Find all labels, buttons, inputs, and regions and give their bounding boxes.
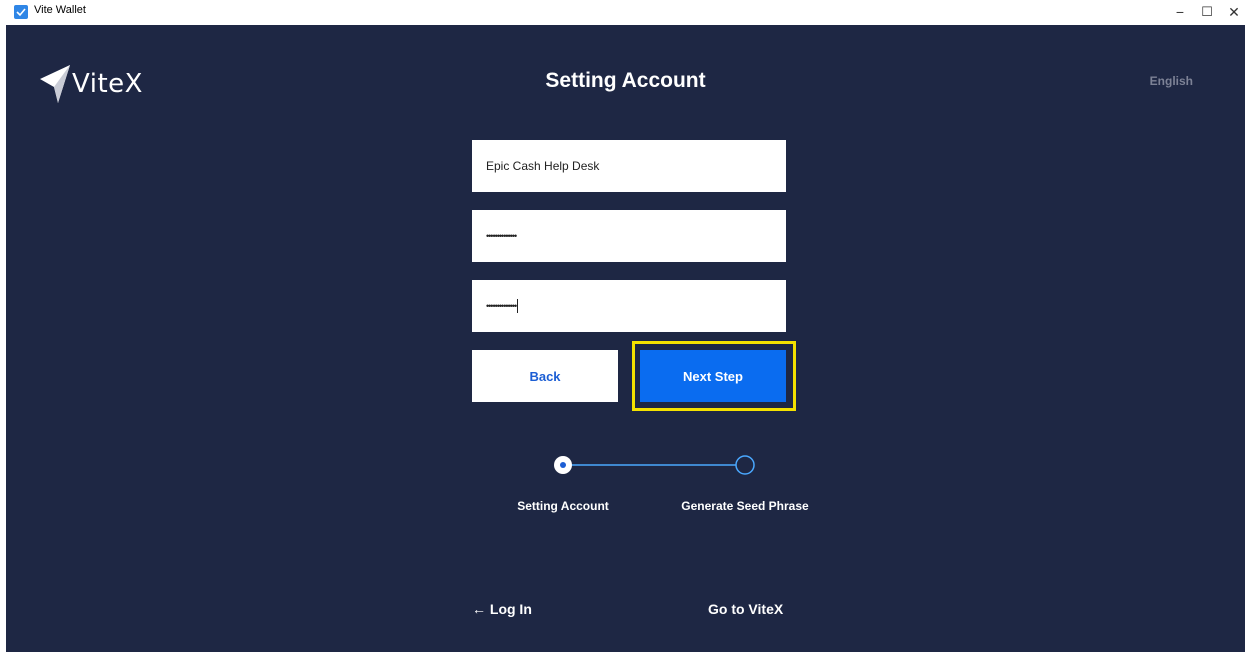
minimize-icon[interactable]: − <box>1165 0 1195 24</box>
login-link[interactable]: ← Log In <box>472 601 532 617</box>
account-name-input[interactable]: Epic Cash Help Desk <box>472 140 786 192</box>
window-title: Vite Wallet <box>34 4 86 16</box>
step-1-label: Setting Account <box>517 499 609 513</box>
go-to-vitex-link[interactable]: Go to ViteX <box>708 601 783 617</box>
progress-stepper <box>554 455 755 475</box>
maximize-icon[interactable]: ☐ <box>1192 0 1222 24</box>
close-icon[interactable]: ✕ <box>1219 0 1249 24</box>
password-value: •••••••••••••• <box>486 231 517 241</box>
confirm-password-input[interactable]: •••••••••••••• <box>472 280 786 332</box>
password-input[interactable]: •••••••••••••• <box>472 210 786 262</box>
account-name-value: Epic Cash Help Desk <box>486 159 600 173</box>
back-button[interactable]: Back <box>472 350 618 402</box>
next-step-button[interactable]: Next Step <box>640 350 786 402</box>
language-selector[interactable]: English <box>1150 74 1193 88</box>
step-1-indicator <box>554 456 572 474</box>
vite-app-icon <box>14 5 28 19</box>
text-cursor <box>517 299 519 313</box>
window-titlebar: Vite Wallet − ☐ ✕ <box>0 0 1251 24</box>
step-2-indicator <box>735 455 755 475</box>
app-window: ViteX Setting Account English Epic Cash … <box>6 25 1245 652</box>
step-2-label: Generate Seed Phrase <box>681 499 809 513</box>
page-title: Setting Account <box>545 69 706 92</box>
step-1-dot <box>560 462 566 468</box>
confirm-password-value: •••••••••••••• <box>486 301 517 311</box>
